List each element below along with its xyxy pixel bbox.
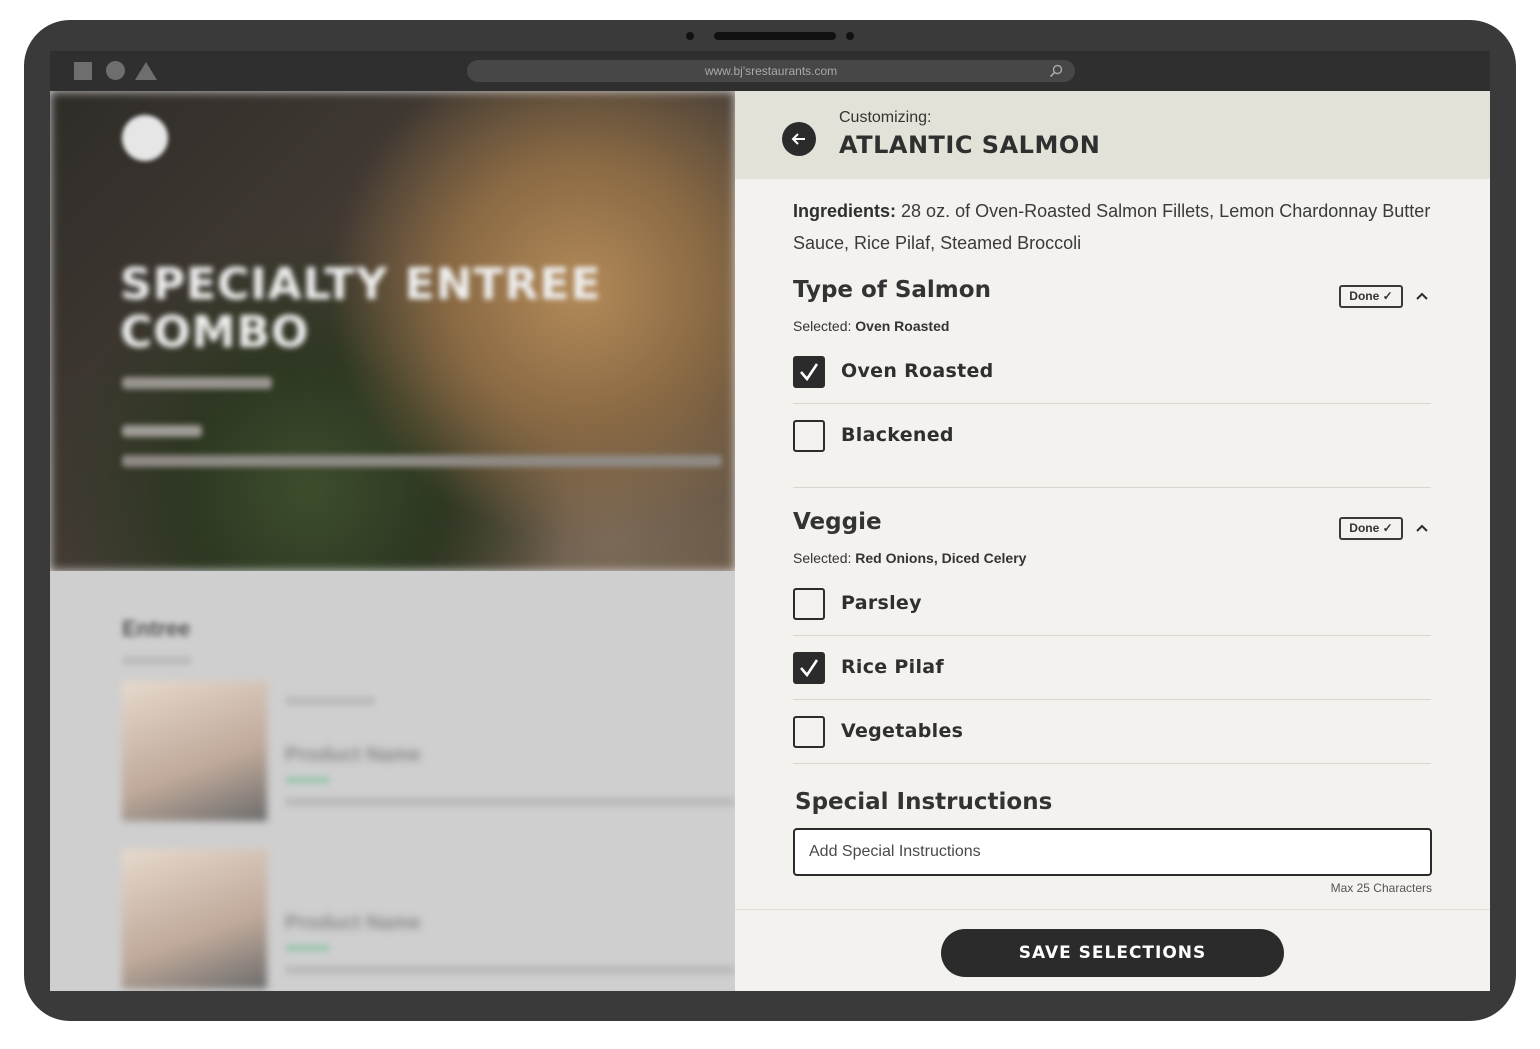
customize-panel: Customizing: ATLANTIC SALMON Ingredients… bbox=[735, 91, 1490, 991]
circle-icon bbox=[106, 61, 125, 80]
bg-entree-heading: Entree bbox=[122, 616, 191, 641]
selected-summary-veggie: Selected: Red Onions, Diced Celery bbox=[793, 550, 1026, 566]
bg-serves-line bbox=[122, 425, 202, 437]
bg-title-line2: COMBO bbox=[120, 307, 310, 358]
done-button-veggie[interactable]: Done ✓ bbox=[1339, 517, 1403, 540]
option-label: Vegetables bbox=[841, 720, 964, 742]
option-parsley[interactable]: Parsley bbox=[793, 572, 1431, 636]
ingredients-label: Ingredients: bbox=[793, 201, 897, 221]
checkmark-icon bbox=[800, 659, 819, 678]
special-instructions-input[interactable] bbox=[793, 828, 1432, 876]
bg-product-desc-1 bbox=[285, 797, 735, 807]
bg-product-thumb-1 bbox=[122, 681, 267, 821]
option-label: Rice Pilaf bbox=[841, 656, 944, 678]
bg-product-price-2 bbox=[285, 944, 330, 952]
blurred-background-page: SPECIALTY ENTREE COMBO Entree Product Na… bbox=[50, 91, 735, 991]
section-divider bbox=[793, 487, 1431, 488]
option-rice-pilaf[interactable]: Rice Pilaf bbox=[793, 636, 1431, 700]
bg-subtitle-line bbox=[122, 377, 272, 389]
bg-title-line1: SPECIALTY ENTREE bbox=[120, 259, 602, 310]
address-bar[interactable]: www.bj'srestaurants.com bbox=[467, 60, 1075, 82]
checkbox-checked[interactable] bbox=[793, 356, 825, 388]
browser-viewport: SPECIALTY ENTREE COMBO Entree Product Na… bbox=[50, 91, 1490, 991]
option-label: Blackened bbox=[841, 424, 954, 446]
save-footer: SAVE SELECTIONS bbox=[735, 909, 1490, 991]
option-oven-roasted[interactable]: Oven Roasted bbox=[793, 340, 1431, 404]
background-page-title: SPECIALTY ENTREE COMBO bbox=[120, 261, 602, 357]
customizing-label: Customizing: bbox=[839, 109, 932, 126]
sensor-dot bbox=[846, 32, 854, 40]
section-title-veggie: Veggie bbox=[793, 509, 882, 535]
selected-value: Oven Roasted bbox=[855, 318, 950, 334]
bg-product-price-1 bbox=[285, 776, 330, 784]
bg-entree-sub bbox=[122, 656, 192, 665]
selected-summary-salmon: Selected: Oven Roasted bbox=[793, 318, 949, 334]
ingredients-text: Ingredients: 28 oz. of Oven-Roasted Salm… bbox=[793, 195, 1433, 259]
triangle-icon bbox=[135, 62, 157, 80]
bg-product-name-1: Product Name bbox=[285, 744, 421, 766]
selected-label: Selected: bbox=[793, 550, 852, 566]
checkbox-unchecked[interactable] bbox=[793, 716, 825, 748]
done-button-salmon[interactable]: Done ✓ bbox=[1339, 285, 1403, 308]
back-button[interactable] bbox=[782, 122, 816, 156]
url-text: www.bj'srestaurants.com bbox=[704, 64, 838, 78]
square-icon bbox=[74, 62, 92, 80]
speaker-grille bbox=[714, 32, 836, 40]
bg-product-desc-2 bbox=[285, 965, 735, 975]
bg-product-tag-1 bbox=[285, 696, 375, 706]
checkbox-checked[interactable] bbox=[793, 652, 825, 684]
search-icon[interactable] bbox=[1049, 64, 1063, 78]
checkbox-unchecked[interactable] bbox=[793, 420, 825, 452]
checkmark-icon bbox=[800, 363, 819, 382]
arrow-left-icon bbox=[791, 133, 805, 145]
panel-header: Customizing: ATLANTIC SALMON bbox=[735, 91, 1490, 179]
chevron-up-icon[interactable] bbox=[1415, 523, 1429, 533]
special-instructions-title: Special Instructions bbox=[795, 789, 1053, 815]
background-back-button bbox=[122, 115, 168, 161]
chevron-up-icon[interactable] bbox=[1415, 291, 1429, 301]
option-label: Parsley bbox=[841, 592, 922, 614]
selected-label: Selected: bbox=[793, 318, 852, 334]
bg-product-thumb-2 bbox=[122, 849, 267, 989]
bg-description-line bbox=[122, 455, 722, 467]
option-vegetables[interactable]: Vegetables bbox=[793, 700, 1431, 764]
save-selections-button[interactable]: SAVE SELECTIONS bbox=[941, 929, 1284, 977]
selected-value: Red Onions, Diced Celery bbox=[855, 550, 1027, 566]
option-label: Oven Roasted bbox=[841, 360, 994, 382]
camera-dot bbox=[686, 32, 694, 40]
bg-product-name-2: Product Name bbox=[285, 912, 421, 934]
max-characters-note: Max 25 Characters bbox=[1330, 881, 1432, 895]
checkbox-unchecked[interactable] bbox=[793, 588, 825, 620]
item-title: ATLANTIC SALMON bbox=[839, 131, 1101, 159]
browser-toolbar: www.bj'srestaurants.com bbox=[50, 51, 1490, 91]
option-blackened[interactable]: Blackened bbox=[793, 404, 1431, 468]
section-title-salmon: Type of Salmon bbox=[793, 277, 991, 303]
